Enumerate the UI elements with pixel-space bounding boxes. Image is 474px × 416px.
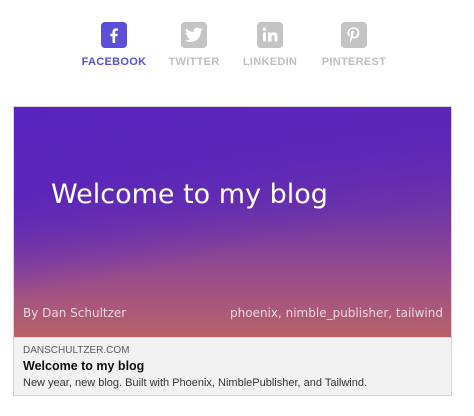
preview-meta: DANSCHULTZER.COM Welcome to my blog New … (14, 337, 451, 395)
tab-twitter-label: TWITTER (168, 56, 220, 68)
linkedin-icon (257, 22, 283, 48)
preview-image-author: By Dan Schultzer (23, 306, 127, 320)
preview-domain: DANSCHULTZER.COM (23, 345, 130, 356)
tab-linkedin-label: LINKEDIN (242, 56, 298, 68)
tab-pinterest-label: PINTEREST (321, 56, 387, 68)
tab-pinterest[interactable]: PINTEREST (318, 22, 390, 68)
pinterest-icon (341, 22, 367, 48)
tab-facebook-label: FACEBOOK (81, 56, 147, 68)
tab-twitter[interactable]: TWITTER (162, 22, 226, 68)
preview-description: New year, new blog. Built with Phoenix, … (23, 377, 368, 389)
twitter-icon (181, 22, 207, 48)
preview-image: Welcome to my blog By Dan Schultzer phoe… (14, 107, 451, 337)
tab-facebook[interactable]: FACEBOOK (72, 22, 156, 68)
facebook-icon (101, 22, 127, 48)
preview-title: Welcome to my blog (23, 359, 145, 373)
preview-image-title: Welcome to my blog (51, 179, 328, 210)
tab-linkedin[interactable]: LINKEDIN (240, 22, 300, 68)
preview-image-tags: phoenix, nimble_publisher, tailwind (230, 306, 443, 320)
share-preview-tabs: FACEBOOK TWITTER LINKEDIN PINTEREST (72, 22, 402, 72)
link-preview-card[interactable]: Welcome to my blog By Dan Schultzer phoe… (13, 106, 452, 396)
